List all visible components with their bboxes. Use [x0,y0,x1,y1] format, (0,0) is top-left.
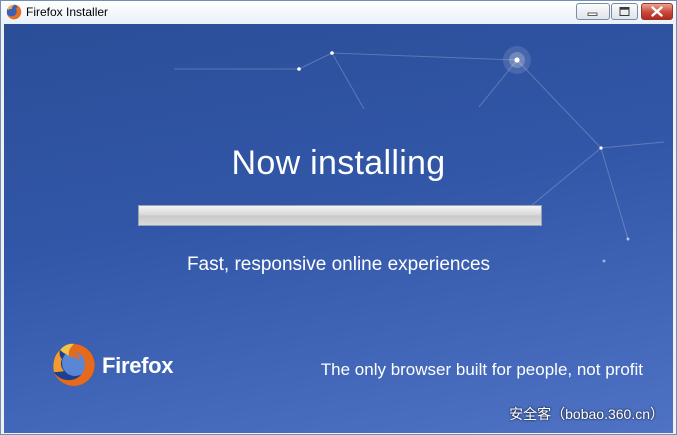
install-progress-fill [139,206,541,225]
maximize-icon [619,7,630,16]
minimize-button[interactable] [576,3,610,20]
install-status-heading: Now installing [231,144,446,182]
watermark-text: 安全客（bobao.360.cn） [509,406,664,422]
window-title: Firefox Installer [26,5,109,19]
close-icon [651,6,663,17]
maximize-button[interactable] [611,3,638,20]
firefox-wordmark: Firefox [102,353,174,378]
feature-tagline: Fast, responsive online experiences [186,254,491,275]
firefox-logo-icon [53,343,95,386]
minimize-icon [587,12,598,16]
installer-content: Now installing Fast, responsive online e… [4,24,673,433]
installer-window: Firefox Installer Now installing Fast, r… [0,0,677,435]
slogan-text: The only browser built for people, not p… [320,360,643,379]
close-button[interactable] [641,3,673,20]
title-bar[interactable]: Firefox Installer [1,1,676,24]
firefox-icon [6,4,22,20]
install-progress-bar [138,205,542,226]
